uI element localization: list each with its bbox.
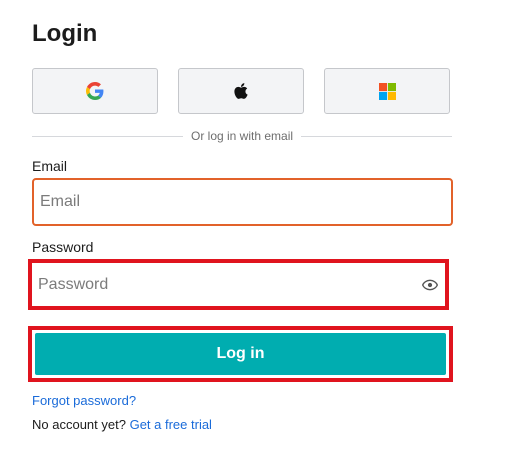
eye-icon bbox=[422, 279, 438, 290]
no-account-text: No account yet? bbox=[32, 417, 126, 432]
divider-text: Or log in with email bbox=[190, 129, 294, 143]
microsoft-login-button[interactable] bbox=[324, 68, 450, 114]
apple-login-button[interactable] bbox=[178, 68, 304, 114]
apple-icon bbox=[234, 83, 248, 99]
login-button[interactable]: Log in bbox=[35, 333, 446, 375]
email-field-wrapper bbox=[32, 178, 453, 226]
email-input[interactable] bbox=[34, 180, 451, 224]
divider-line-right bbox=[301, 135, 453, 137]
google-login-button[interactable] bbox=[32, 68, 158, 114]
email-label: Email bbox=[32, 158, 68, 174]
password-input[interactable] bbox=[32, 263, 445, 306]
password-label: Password bbox=[32, 239, 94, 255]
forgot-password-link[interactable]: Forgot password? bbox=[32, 393, 136, 408]
signup-prompt: No account yet? Get a free trial bbox=[32, 417, 212, 432]
free-trial-link[interactable]: Get a free trial bbox=[130, 417, 212, 432]
or-divider: Or log in with email bbox=[32, 128, 453, 144]
login-button-highlight: Log in bbox=[28, 326, 453, 382]
microsoft-icon bbox=[378, 82, 396, 100]
show-password-toggle[interactable] bbox=[421, 276, 439, 294]
google-g-icon bbox=[86, 82, 104, 100]
page-title: Login bbox=[32, 20, 98, 47]
divider-line-left bbox=[32, 135, 183, 137]
password-field-wrapper bbox=[28, 259, 449, 310]
